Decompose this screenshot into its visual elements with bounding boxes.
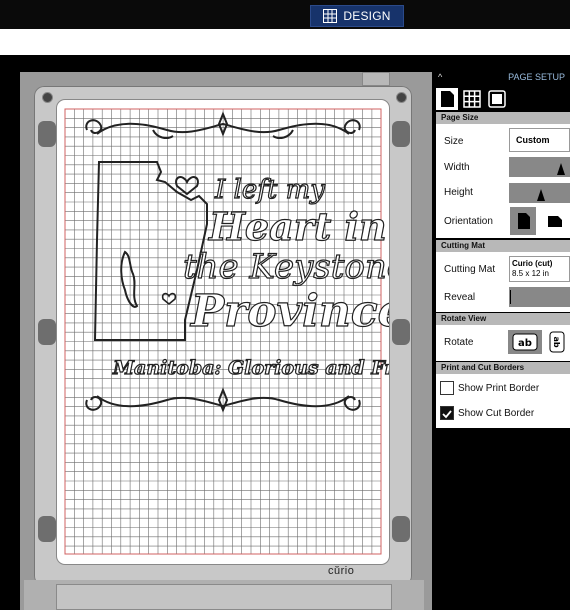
design-text-line: Heart in: [208, 204, 387, 249]
left-roller: [38, 121, 56, 147]
design-tagline: Manitoba: Glorious and Free: [112, 357, 389, 379]
orientation-label: Orientation: [444, 216, 493, 227]
panel-title: PAGE SETUP: [508, 72, 565, 82]
design-tab[interactable]: DESIGN: [310, 5, 404, 27]
svg-text:ab: ab: [518, 338, 532, 349]
width-label: Width: [444, 162, 470, 173]
design-lettering: I left my Heart in the Keystone Province…: [111, 174, 389, 379]
top-toolbar: DESIGN: [0, 0, 570, 29]
cutting-mat-label: Cutting Mat: [444, 264, 496, 275]
reveal-label: Reveal: [444, 292, 476, 303]
design-text-line: Province: [189, 286, 389, 337]
height-label: Height: [444, 187, 473, 198]
cutting-mat-size: 8.5 x 12 in: [512, 269, 549, 278]
left-roller: [38, 516, 56, 542]
chevron-up-icon[interactable]: ^: [438, 72, 442, 82]
size-label: Size: [444, 136, 464, 147]
landscape-icon[interactable]: [542, 207, 568, 235]
right-roller: [392, 121, 410, 147]
design-text-line: the Keystone: [183, 247, 389, 287]
screw-icon: [396, 92, 407, 103]
show-cut-border-label: Show Cut Border: [458, 408, 535, 419]
left-roller: [38, 319, 56, 345]
cutting-mat[interactable]: I left my Heart in the Keystone Province…: [57, 100, 389, 564]
height-slider[interactable]: [509, 183, 570, 203]
panel-view-icons: [432, 85, 570, 113]
mat-icon[interactable]: [486, 88, 508, 110]
secondary-toolbar: [0, 29, 570, 55]
rotate-label: Rotate: [444, 337, 474, 348]
cutting-mat-select[interactable]: Curio (cut) 8.5 x 12 in: [509, 256, 570, 282]
show-print-border-label: Show Print Border: [458, 383, 540, 394]
section-cutting-mat: Cutting Mat: [436, 240, 570, 252]
mat-grid: I left my Heart in the Keystone Province…: [64, 108, 389, 555]
frame-notch: [362, 72, 390, 86]
grid-icon[interactable]: [461, 88, 483, 110]
grid-icon: [323, 9, 338, 23]
portrait-icon[interactable]: [510, 207, 536, 235]
rotate-ab-icon[interactable]: ab: [508, 330, 542, 354]
size-select[interactable]: Custom: [509, 128, 570, 152]
design-tab-label: DESIGN: [343, 9, 391, 23]
svg-text:ab: ab: [552, 336, 561, 347]
right-roller: [392, 516, 410, 542]
section-borders: Print and Cut Borders: [436, 362, 570, 374]
section-page-size: Page Size: [436, 112, 570, 124]
right-roller: [392, 319, 410, 345]
design-text-line: I left my: [214, 175, 325, 205]
rotate-ab-vertical-icon[interactable]: ab: [547, 330, 567, 354]
checkmark-icon: [442, 410, 452, 419]
panel-header: ^ PAGE SETUP: [432, 70, 570, 85]
heart-icon: [175, 176, 199, 196]
curio-logo: cŭrio: [328, 565, 355, 577]
width-slider[interactable]: [509, 157, 570, 177]
show-print-border-checkbox[interactable]: [440, 381, 454, 395]
page-icon[interactable]: [436, 88, 458, 110]
reveal-slider[interactable]: [509, 287, 570, 307]
show-cut-border-checkbox[interactable]: [440, 406, 454, 420]
frame-bottom-slot: [56, 584, 392, 610]
cutting-mat-value: Curio (cut): [512, 259, 553, 268]
section-rotate-view: Rotate View: [436, 313, 570, 325]
screw-icon: [42, 92, 53, 103]
size-value: Custom: [516, 135, 550, 145]
lake-shape: [120, 250, 139, 308]
